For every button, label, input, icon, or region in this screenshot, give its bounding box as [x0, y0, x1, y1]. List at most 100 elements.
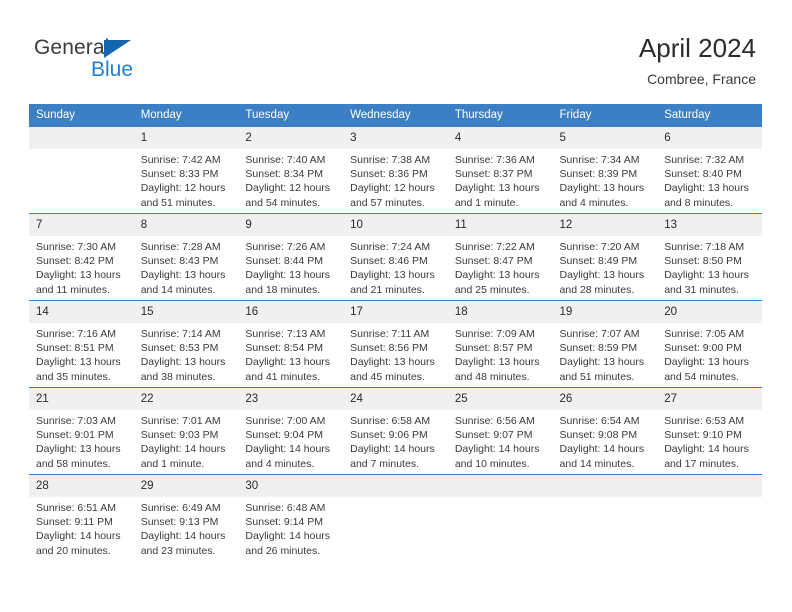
day-details: Sunrise: 7:42 AM Sunset: 8:33 PM Daylight:…	[134, 149, 239, 210]
calendar-day-cell[interactable]: 19 Sunrise: 7:07 AM Sunset: 8:59 PM Dayligh…	[552, 300, 658, 388]
sunset-text: Sunset: 9:14 PM	[245, 516, 324, 529]
daylight-text-line2: and 21 minutes.	[350, 283, 425, 296]
calendar-day-cell[interactable]: 15 Sunrise: 7:14 AM Sunset: 8:53 PM Dayligh…	[133, 300, 239, 388]
day-number	[447, 475, 553, 497]
sunset-text: Sunset: 9:11 PM	[36, 516, 113, 529]
calendar-week-row: 21 Sunrise: 7:03 AM Sunset: 9:01 PM Dayligh…	[29, 387, 762, 475]
daylight-text-line1: Daylight: 13 hours	[245, 356, 331, 369]
day-details: Sunrise: 7:13 AM Sunset: 8:54 PM Daylight:…	[238, 323, 343, 384]
sunset-text: Sunset: 9:08 PM	[559, 429, 638, 442]
calendar-week-row: 14 Sunrise: 7:16 AM Sunset: 8:51 PM Dayligh…	[29, 300, 762, 388]
sunrise-text: Sunrise: 7:13 AM	[245, 328, 326, 340]
calendar-day-cell[interactable]: 21 Sunrise: 7:03 AM Sunset: 9:01 PM Dayligh…	[29, 387, 134, 475]
day-number: 21	[29, 388, 134, 410]
calendar-day-cell[interactable]: 18 Sunrise: 7:09 AM Sunset: 8:57 PM Dayligh…	[447, 300, 553, 388]
calendar-day-cell[interactable]: 9 Sunrise: 7:26 AM Sunset: 8:44 PM Daylight…	[238, 213, 344, 301]
day-details: Sunrise: 6:48 AM Sunset: 9:14 PM Daylight:…	[238, 497, 343, 558]
calendar-day-cell[interactable]: 13 Sunrise: 7:18 AM Sunset: 8:50 PM Dayligh…	[657, 213, 762, 301]
calendar-day-cell[interactable]: 8 Sunrise: 7:28 AM Sunset: 8:43 PM Daylight…	[133, 213, 239, 301]
calendar-day-cell[interactable]: 3 Sunrise: 7:38 AM Sunset: 8:36 PM Daylight…	[343, 127, 448, 214]
day-details: Sunrise: 7:03 AM Sunset: 9:01 PM Daylight:…	[29, 410, 134, 471]
daylight-text-line1: Daylight: 13 hours	[140, 269, 226, 282]
sunrise-text: Sunrise: 7:18 AM	[664, 241, 745, 253]
daylight-text-line2: and 1 minute.	[454, 196, 519, 209]
calendar-day-cell[interactable]: 10 Sunrise: 7:24 AM Sunset: 8:46 PM Dayligh…	[343, 213, 448, 301]
day-number: 19	[552, 301, 658, 323]
day-number: 26	[552, 388, 658, 410]
calendar-day-cell[interactable]: 4 Sunrise: 7:36 AM Sunset: 8:37 PM Daylight…	[447, 127, 553, 214]
calendar-day-cell[interactable]: 28 Sunrise: 6:51 AM Sunset: 9:11 PM Dayligh…	[29, 474, 134, 561]
sunset-text: Sunset: 8:33 PM	[140, 168, 219, 181]
calendar-day-cell[interactable]: 14 Sunrise: 7:16 AM Sunset: 8:51 PM Dayligh…	[29, 300, 134, 388]
calendar-day-cell[interactable]: 7 Sunrise: 7:30 AM Sunset: 8:42 PM Daylight…	[29, 213, 134, 301]
daylight-text-line2: and 11 minutes.	[36, 283, 110, 296]
sunset-text: Sunset: 8:57 PM	[454, 342, 533, 355]
calendar-day-cell[interactable]: 26 Sunrise: 6:54 AM Sunset: 9:08 PM Dayligh…	[552, 387, 658, 475]
day-number: 17	[343, 301, 448, 323]
day-details: Sunrise: 6:51 AM Sunset: 9:11 PM Daylight:…	[29, 497, 134, 558]
daylight-text-line1: Daylight: 14 hours	[245, 530, 331, 543]
day-number: 13	[657, 214, 762, 236]
sunrise-text: Sunrise: 7:01 AM	[140, 415, 221, 427]
calendar-day-cell[interactable]: 16 Sunrise: 7:13 AM Sunset: 8:54 PM Dayligh…	[238, 300, 344, 388]
sunrise-text: Sunrise: 6:56 AM	[454, 415, 535, 427]
calendar-day-cell[interactable]: 17 Sunrise: 7:11 AM Sunset: 8:56 PM Dayligh…	[343, 300, 448, 388]
sunset-text: Sunset: 8:36 PM	[350, 168, 428, 181]
calendar-day-cell[interactable]: 12 Sunrise: 7:20 AM Sunset: 8:49 PM Dayligh…	[552, 213, 658, 301]
logo-text-general: General	[34, 36, 110, 59]
daylight-text-line2: and 58 minutes.	[36, 457, 111, 470]
sunset-text: Sunset: 8:59 PM	[559, 342, 638, 355]
calendar-cell-empty	[29, 127, 134, 214]
daylight-text-line2: and 14 minutes.	[559, 457, 635, 470]
calendar-week-row: 7 Sunrise: 7:30 AM Sunset: 8:42 PM Daylight…	[29, 213, 762, 301]
day-number: 9	[238, 214, 344, 236]
day-number: 14	[29, 301, 134, 323]
daylight-text-line2: and 35 minutes.	[36, 370, 111, 383]
day-details: Sunrise: 7:24 AM Sunset: 8:46 PM Daylight:…	[343, 236, 448, 297]
calendar-day-cell[interactable]: 25 Sunrise: 6:56 AM Sunset: 9:07 PM Dayligh…	[447, 387, 553, 475]
day-details: Sunrise: 7:11 AM Sunset: 8:56 PM Daylight:…	[343, 323, 448, 384]
calendar-day-cell[interactable]: 29 Sunrise: 6:49 AM Sunset: 9:13 PM Dayligh…	[133, 474, 239, 561]
daylight-text-line2: and 17 minutes.	[664, 457, 739, 470]
sunset-text: Sunset: 8:39 PM	[559, 168, 638, 181]
daylight-text-line2: and 23 minutes.	[140, 544, 216, 557]
sunset-text: Sunset: 8:44 PM	[245, 255, 324, 268]
day-number: 8	[133, 214, 239, 236]
calendar-day-cell[interactable]: 23 Sunrise: 7:00 AM Sunset: 9:04 PM Dayligh…	[238, 387, 344, 475]
sunset-text: Sunset: 9:13 PM	[140, 516, 219, 529]
calendar-day-cell[interactable]: 27 Sunrise: 6:53 AM Sunset: 9:10 PM Dayligh…	[657, 387, 762, 475]
day-details: Sunrise: 7:18 AM Sunset: 8:50 PM Daylight:…	[657, 236, 762, 297]
daylight-text-line1: Daylight: 13 hours	[559, 269, 645, 282]
day-number: 15	[133, 301, 239, 323]
sunrise-text: Sunrise: 7:24 AM	[350, 241, 431, 253]
daylight-text-line1: Daylight: 13 hours	[454, 356, 540, 369]
day-number: 5	[552, 127, 658, 149]
sunrise-text: Sunrise: 7:40 AM	[245, 154, 326, 166]
day-number: 22	[133, 388, 239, 410]
calendar-day-cell[interactable]: 22 Sunrise: 7:01 AM Sunset: 9:03 PM Dayligh…	[133, 387, 239, 475]
sunset-text: Sunset: 8:51 PM	[36, 342, 114, 355]
column-header-friday: Friday	[552, 104, 658, 127]
day-details: Sunrise: 7:38 AM Sunset: 8:36 PM Daylight:…	[343, 149, 448, 210]
day-number: 10	[343, 214, 448, 236]
day-details: Sunrise: 7:30 AM Sunset: 8:42 PM Daylight:…	[29, 236, 134, 297]
daylight-text-line1: Daylight: 13 hours	[36, 356, 121, 369]
general-blue-logo[interactable]: General Blue	[34, 36, 234, 88]
day-number: 16	[238, 301, 344, 323]
calendar-day-cell[interactable]: 6 Sunrise: 7:32 AM Sunset: 8:40 PM Daylight…	[657, 127, 762, 214]
calendar-day-cell[interactable]: 2 Sunrise: 7:40 AM Sunset: 8:34 PM Daylight…	[238, 127, 344, 214]
sunrise-text: Sunrise: 7:42 AM	[140, 154, 221, 166]
calendar-day-cell[interactable]: 20 Sunrise: 7:05 AM Sunset: 9:00 PM Dayligh…	[657, 300, 762, 388]
daylight-text-line2: and 54 minutes.	[245, 196, 321, 209]
calendar-day-cell[interactable]: 11 Sunrise: 7:22 AM Sunset: 8:47 PM Dayligh…	[447, 213, 553, 301]
calendar-day-cell[interactable]: 24 Sunrise: 6:58 AM Sunset: 9:06 PM Dayligh…	[343, 387, 448, 475]
daylight-text-line1: Daylight: 13 hours	[559, 356, 645, 369]
sunset-text: Sunset: 8:43 PM	[140, 255, 219, 268]
day-number: 2	[238, 127, 344, 149]
calendar-day-cell[interactable]: 1 Sunrise: 7:42 AM Sunset: 8:33 PM Daylight…	[133, 127, 239, 214]
calendar-day-cell[interactable]: 5 Sunrise: 7:34 AM Sunset: 8:39 PM Daylight…	[552, 127, 658, 214]
calendar-day-cell[interactable]: 30 Sunrise: 6:48 AM Sunset: 9:14 PM Dayligh…	[238, 474, 344, 561]
daylight-text-line2: and 25 minutes.	[454, 283, 530, 296]
daylight-text-line1: Daylight: 12 hours	[245, 182, 331, 195]
sunset-text: Sunset: 8:34 PM	[245, 168, 324, 181]
